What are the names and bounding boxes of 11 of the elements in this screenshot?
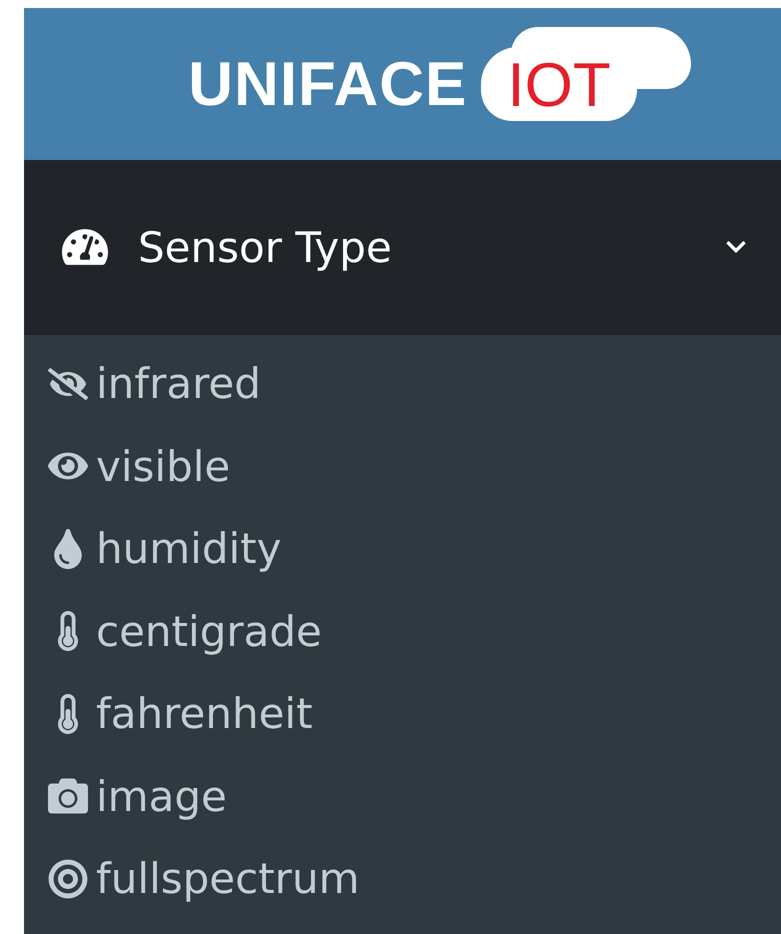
menu-item[interactable]: centigrade <box>24 590 781 672</box>
logo-cloud: IOT <box>481 47 637 122</box>
menu-item[interactable]: fahrenheit <box>24 672 781 755</box>
bullseye-icon <box>48 858 88 899</box>
menu-item[interactable]: visible <box>24 425 781 508</box>
menu-item[interactable]: image <box>24 755 781 838</box>
menu-item[interactable]: fullspectrum <box>24 838 781 920</box>
logo-text: UNIFACE <box>188 48 468 120</box>
menu-item[interactable]: infrared <box>24 342 781 425</box>
menu-item[interactable]: humidity <box>24 508 781 590</box>
camera-icon <box>48 776 88 816</box>
